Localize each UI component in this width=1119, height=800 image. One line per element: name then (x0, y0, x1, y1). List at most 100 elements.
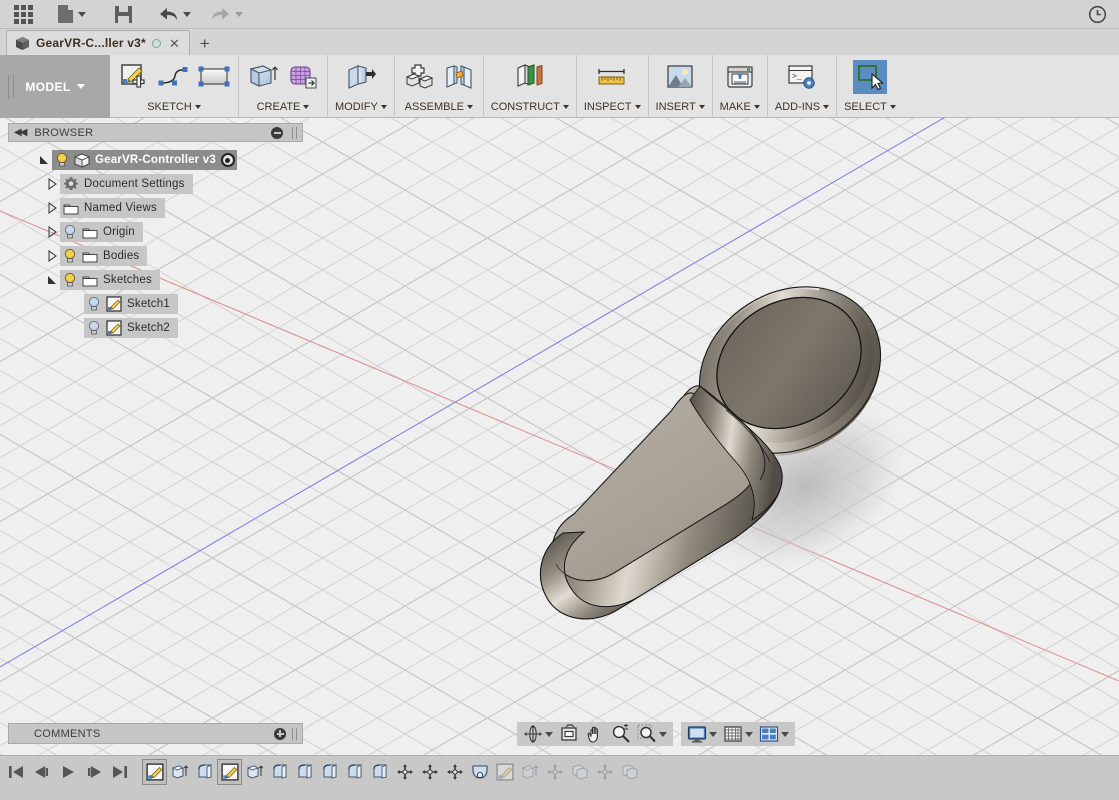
pan-button[interactable] (583, 723, 607, 745)
zoom-icon (611, 724, 631, 744)
ribbon-panel-label[interactable]: SKETCH (147, 97, 201, 116)
close-icon[interactable]: ✕ (167, 37, 182, 50)
version-history-button[interactable] (1088, 0, 1107, 29)
ribbon-panel-label[interactable]: SELECT (844, 97, 896, 116)
light-bulb-icon[interactable] (63, 272, 77, 288)
timeline-feature-move[interactable] (592, 759, 617, 785)
ribbon-panel-label[interactable]: MODIFY (335, 97, 387, 116)
press-pull-icon[interactable] (344, 60, 378, 94)
timeline-feature-copy[interactable] (617, 759, 642, 785)
collapsed-triangle-icon[interactable] (46, 250, 58, 262)
create-sketch-icon[interactable] (117, 60, 151, 94)
script-addin-icon[interactable]: >_ (785, 60, 819, 94)
viewports-button[interactable] (757, 723, 791, 745)
light-bulb-icon[interactable] (63, 248, 77, 264)
tree-row-sketch1[interactable]: Sketch1 (8, 292, 308, 316)
expanded-triangle-icon[interactable] (38, 154, 50, 166)
document-tab[interactable]: GearVR-C...ller v3* ✕ (6, 30, 190, 55)
grid-icon (723, 724, 743, 744)
step-forward-button[interactable] (85, 764, 103, 780)
ribbon-panel-label[interactable]: ADD-INS (775, 97, 830, 116)
timeline-feature-fillet[interactable] (317, 759, 342, 785)
timeline-feature-fillet[interactable] (367, 759, 392, 785)
redo-button[interactable] (200, 0, 252, 29)
light-bulb-icon[interactable] (87, 320, 101, 336)
timeline-feature-move[interactable] (542, 759, 567, 785)
new-component-icon[interactable] (402, 60, 436, 94)
timeline-feature-fillet[interactable] (192, 759, 217, 785)
collapsed-triangle-icon[interactable] (46, 178, 58, 190)
go-to-end-button[interactable] (112, 764, 128, 780)
plus-circle-icon[interactable] (274, 727, 286, 740)
tree-row-document-settings[interactable]: Document Settings (8, 172, 308, 196)
save-icon (114, 5, 132, 23)
timeline-feature-sketch[interactable] (217, 759, 242, 785)
timeline-feature-extrude[interactable] (242, 759, 267, 785)
workspace-switcher-button[interactable]: MODEL (0, 55, 110, 118)
timeline-feature-extrude[interactable] (167, 759, 192, 785)
sync-status-icon (151, 38, 161, 48)
workspace-label: MODEL (25, 79, 71, 94)
extrude-icon[interactable] (246, 60, 280, 94)
timeline-feature-fillet[interactable] (342, 759, 367, 785)
ribbon-toolbar: MODEL SKETCH CREATE MODIFY ASSEMBLE CONS… (0, 55, 1119, 118)
tree-row-sketch2[interactable]: Sketch2 (8, 316, 308, 340)
timeline-feature-extrude[interactable] (517, 759, 542, 785)
form-icon[interactable] (286, 60, 320, 94)
resize-grip-icon[interactable] (292, 126, 297, 139)
save-button[interactable] (98, 0, 148, 29)
ribbon-panel-label[interactable]: INSPECT (584, 97, 641, 116)
tree-row-named-views[interactable]: Named Views (8, 196, 308, 220)
orbit-button[interactable] (521, 723, 555, 745)
zoom-button[interactable] (609, 723, 633, 745)
timeline-feature-copy[interactable] (567, 759, 592, 785)
timeline-feature-fillet[interactable] (267, 759, 292, 785)
tree-row-root[interactable]: GearVR-Controller v3 (8, 148, 308, 172)
grid-snaps-button[interactable] (721, 723, 755, 745)
resize-grip-icon[interactable] (292, 727, 297, 740)
spline-icon[interactable] (157, 60, 191, 94)
tree-row-sketches[interactable]: Sketches (8, 268, 308, 292)
timeline-feature-shell[interactable] (467, 759, 492, 785)
timeline-feature-fillet[interactable] (292, 759, 317, 785)
ribbon-panel-label[interactable]: MAKE (720, 97, 760, 116)
display-settings-button[interactable] (685, 723, 719, 745)
timeline-feature-move[interactable] (392, 759, 417, 785)
undo-button[interactable] (148, 0, 200, 29)
go-to-beginning-button[interactable] (8, 764, 24, 780)
3d-print-icon[interactable] (723, 60, 757, 94)
collapsed-triangle-icon[interactable] (46, 202, 58, 214)
select-window-icon[interactable] (852, 60, 887, 94)
step-back-button[interactable] (33, 764, 51, 780)
app-grid-button[interactable] (0, 0, 46, 29)
ribbon-panel-label[interactable]: INSERT (656, 97, 705, 116)
insert-image-icon[interactable] (663, 60, 697, 94)
tree-row-bodies[interactable]: Bodies (8, 244, 308, 268)
expanded-triangle-icon[interactable] (46, 274, 58, 286)
activate-component-radio[interactable] (220, 153, 235, 167)
ribbon-panel-label[interactable]: ASSEMBLE (405, 97, 473, 116)
tree-row-origin[interactable]: Origin (8, 220, 308, 244)
timeline-feature-move[interactable] (417, 759, 442, 785)
light-bulb-icon[interactable] (87, 296, 101, 312)
timeline-feature-move[interactable] (442, 759, 467, 785)
look-at-button[interactable] (557, 723, 581, 745)
zoom-window-button[interactable] (635, 723, 669, 745)
file-menu-button[interactable] (46, 0, 98, 29)
timeline-feature-sketch[interactable] (142, 759, 167, 785)
double-left-arrow-icon[interactable]: ◀◀ (14, 127, 27, 138)
measure-icon[interactable] (595, 60, 629, 94)
offset-plane-icon[interactable] (513, 60, 547, 94)
rectangle-icon[interactable] (197, 60, 231, 94)
joint-icon[interactable] (442, 60, 476, 94)
timeline-feature-sketch[interactable] (492, 759, 517, 785)
ribbon-panel-label[interactable]: CREATE (257, 97, 310, 116)
comments-panel-header[interactable]: COMMENTS (8, 723, 303, 744)
ribbon-panel-label[interactable]: CONSTRUCT (491, 97, 569, 116)
play-button[interactable] (60, 764, 76, 780)
new-tab-button[interactable]: + (190, 35, 220, 52)
minus-circle-icon[interactable] (271, 126, 283, 139)
light-bulb-icon[interactable] (63, 224, 77, 240)
collapsed-triangle-icon[interactable] (46, 226, 58, 238)
light-bulb-icon[interactable] (55, 152, 69, 168)
